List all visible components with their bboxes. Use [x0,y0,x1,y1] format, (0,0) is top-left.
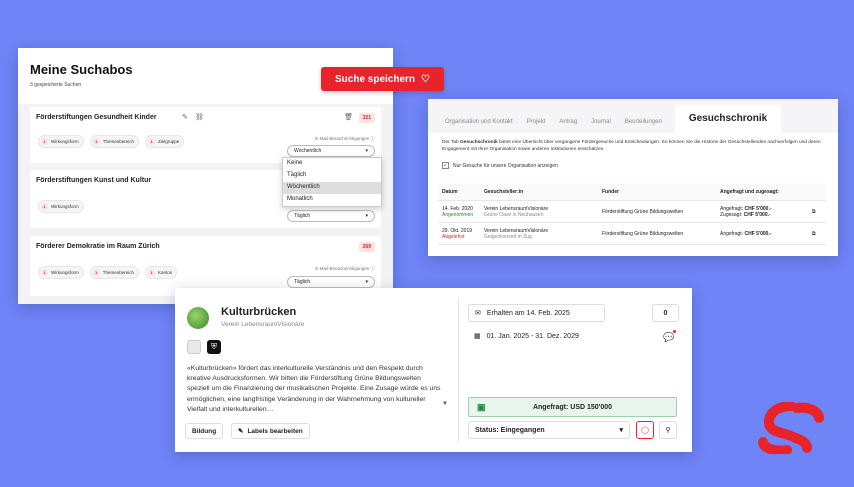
frequency-dropdown[interactable]: Keine Täglich Wöchentlich Monatlich [282,157,382,207]
received-date: ✉ Erhalten am 14. Feb. 2025 [468,304,605,322]
tab-description: Der Tab Gesuchschronik bietet eine Übers… [442,140,821,153]
shield-icon: ⛨ [207,340,221,354]
edit-icon[interactable]: ✎ [182,113,188,121]
table-row[interactable]: 29. Okt. 2019 Abgelehnt Verein Lebensraum… [438,223,826,245]
history-table: Datum Gesuchsteller:in Funder Angefragt … [438,183,826,245]
mail-icon: ✉ [475,310,481,317]
checkbox[interactable]: ✓ [442,162,449,170]
chronik-panel: Organisation und Kontakt Projekt Antrag … [428,99,838,256]
tag-bildung[interactable]: Bildung [185,423,224,439]
trash-icon[interactable]: 🗑 [344,113,353,121]
tab-organisation[interactable]: Organisation und Kontakt [438,119,520,133]
filter-chip[interactable]: 1 Zielgruppe [145,135,185,148]
search-card-title: Förderstiftungen Kunst und Kultur [36,177,152,184]
filter-chip[interactable]: 1 Themenbereich [89,135,140,148]
own-org-filter[interactable]: ✓ Nur Gesuche für unsere Organisation anz… [428,159,838,172]
chevron-down-icon: ▾ [365,213,368,219]
search-card[interactable]: Förderstiftungen Gesundheit Kinder ✎ ⛓ 🗑… [30,107,381,163]
frequency-select[interactable]: Täglich ▾ [287,276,375,288]
status-badge: Angenommen [442,211,474,218]
external-link-icon[interactable]: ⧉ [812,209,826,215]
tab-gesuchschronik[interactable]: Gesuchschronik [674,105,782,133]
table-row[interactable]: 14. Feb. 2020 Angenommen Verein Lebensrau… [438,201,826,223]
filter-chip[interactable]: 1 Kanton [145,266,178,279]
money-icon: ▣ [477,401,486,412]
link-icon[interactable]: ⛓ [195,113,204,121]
filter-chip[interactable]: 1 Themenbereich [89,266,140,279]
reject-button[interactable]: ◯ [636,421,654,439]
status-select[interactable]: Status: Eingegangen ▾ [468,421,630,439]
period-range: ▦ 01. Jan. 2025 - 31. Dez. 2029 [474,332,579,341]
dropdown-option-selected[interactable]: Wöchentlich [283,182,381,194]
frequency-select[interactable]: Wöchentlich ▾ [287,145,375,157]
placeholder-icon [187,340,201,354]
edit-labels-button[interactable]: ✎ Labels bearbeiten [231,423,310,439]
chevron-down-icon: ▾ [619,427,623,434]
tab-projekt[interactable]: Projekt [520,119,553,133]
save-search-button[interactable]: Suche speichern ♡ [321,67,444,91]
dropdown-option[interactable]: Täglich [283,170,381,182]
application-card: Kulturbrücken Verein LebensraumVisionäre… [175,288,692,452]
result-count-badge: 321 [358,113,375,123]
tab-antrag[interactable]: Antrag [552,119,584,133]
chevron-down-icon: ▾ [365,279,368,285]
organization-name: Verein LebensraumVisionäre [221,321,305,328]
heart-icon: ♡ [421,73,430,85]
calendar-icon: ▦ [474,333,481,340]
tab-bar: Organisation und Kontakt Projekt Antrag … [428,99,838,133]
tab-journal[interactable]: Journal [584,119,618,133]
chevron-down-icon: ▾ [365,148,368,154]
status-badge: Abgelehnt [442,233,465,240]
filter-chip[interactable]: 1 Wirkungsform [38,200,84,213]
project-title: Kulturbrücken [221,306,297,318]
search-card-title: Förderer Demokratie im Raum Zürich [36,243,160,250]
divider [458,298,459,442]
tab-beurteilungen[interactable]: Beurteilungen [618,119,669,133]
result-count-badge: 269 [358,242,375,252]
pencil-icon: ✎ [238,428,244,435]
comment-icon[interactable]: 💬 [663,330,677,343]
search-card[interactable]: Förderer Demokratie im Raum Zürich 269 1… [30,236,381,296]
counter-box[interactable]: 0 [652,304,679,322]
organization-logo [187,307,209,329]
frequency-select[interactable]: Täglich ▾ [287,210,375,222]
notification-dot [673,330,677,333]
dropdown-option[interactable]: Keine [283,158,381,170]
dropdown-option[interactable]: Monatlich [283,194,381,206]
requested-amount: ▣ Angefragt: USD 150'000 [468,397,677,417]
project-description: «Kulturbrücken» fördert das interkulture… [187,365,441,413]
brand-logo-icon [758,402,824,454]
table-header: Datum Gesuchsteller:in Funder Angefragt … [438,183,826,201]
external-link-icon[interactable]: ⧉ [812,231,826,237]
email-notification-label: E-Mail-Benachrichtigungen ⓘ [315,266,375,271]
email-notification-label: E-Mail-Benachrichtigungen ⓘ [315,136,375,141]
filter-chip[interactable]: 1 Wirkungsform [38,266,84,279]
filter-chip[interactable]: 1 Wirkungsform [38,135,84,148]
search-card-title: Förderstiftungen Gesundheit Kinder [36,114,157,121]
chevron-down-icon[interactable]: ▼ [442,401,448,407]
assign-user-button[interactable]: ⚲ [659,421,677,439]
